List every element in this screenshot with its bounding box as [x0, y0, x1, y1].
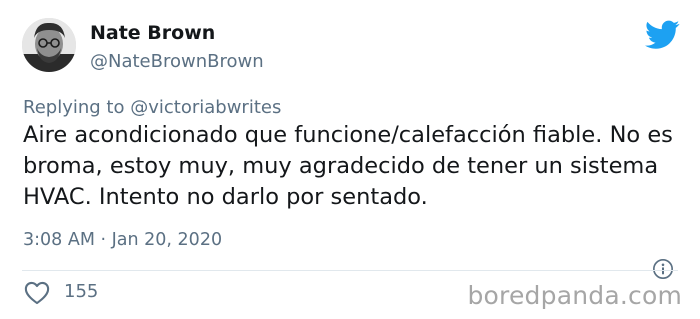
tweet-text: Aire acondicionado que funcione/calefacc…	[23, 122, 673, 210]
avatar-image	[22, 18, 76, 72]
author-display-name[interactable]: Nate Brown	[90, 22, 215, 44]
like-count: 155	[64, 281, 99, 302]
replying-to: Replying to @victoriabwrites	[23, 97, 281, 118]
heart-icon[interactable]	[23, 281, 51, 305]
info-icon[interactable]	[652, 258, 674, 280]
reply-target-handle[interactable]: @victoriabwrites	[130, 97, 281, 118]
divider	[22, 270, 678, 271]
author-handle[interactable]: @NateBrownBrown	[90, 51, 264, 72]
replying-to-label: Replying to	[23, 97, 125, 118]
watermark: boredpanda.com	[467, 281, 682, 310]
avatar[interactable]	[22, 18, 76, 72]
tweet-card: Nate Brown @NateBrownBrown Replying to @…	[0, 0, 700, 319]
tweet-timestamp[interactable]: 3:08 AM · Jan 20, 2020	[23, 230, 222, 250]
twitter-bird-icon[interactable]	[645, 20, 680, 50]
